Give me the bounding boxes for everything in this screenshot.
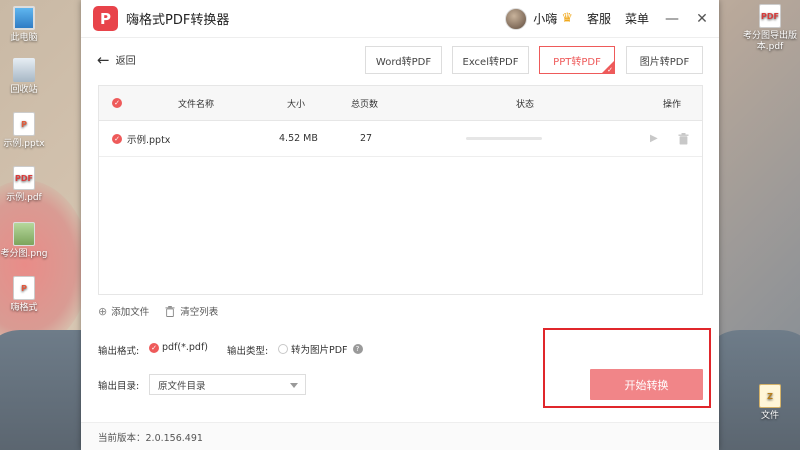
file-table: ✓ 文件名称 大小 总页数 状态 操作 ✓ 示例.pptx 4.52 MB 27… (98, 85, 703, 295)
radio-unchecked-icon (278, 344, 288, 354)
output-format-option[interactable]: ✓ pdf(*.pdf) (149, 342, 208, 353)
start-convert-button[interactable]: 开始转换 (590, 369, 703, 400)
recycle-bin-icon (13, 58, 35, 82)
tab-word-to-pdf[interactable]: Word转PDF (365, 46, 442, 74)
tab-label: Word转PDF (375, 56, 432, 68)
row-page-count: 27 (360, 133, 373, 144)
table-header: ✓ 文件名称 大小 总页数 状态 操作 (99, 86, 702, 121)
pdf-file-icon: PDF (759, 4, 781, 28)
chevron-down-icon (290, 383, 298, 388)
tab-label: Excel转PDF (462, 56, 519, 68)
desktop-icon-label: 回收站 (10, 85, 38, 95)
desktop-icon-label: 此电脑 (10, 33, 38, 43)
header-file-name: 文件名称 (178, 99, 215, 110)
table-row[interactable]: ✓ 示例.pptx 4.52 MB 27 ▶ (99, 121, 702, 157)
image-pdf-label: 转为图片PDF (291, 345, 348, 356)
row-status (466, 121, 542, 156)
desktop-icon-app[interactable]: P 嗨格式 (0, 276, 54, 314)
wallpaper-shape (0, 180, 90, 350)
username[interactable]: 小嗨 (533, 10, 557, 27)
minimize-icon[interactable]: — (665, 12, 679, 26)
conversion-progress-bar (466, 137, 542, 140)
close-icon[interactable]: ✕ (695, 12, 709, 26)
output-format-label: 输出格式: (98, 346, 140, 357)
file-actions: ⊕ 添加文件 清空列表 (98, 304, 234, 319)
desktop-icon-pdf[interactable]: PDF 示例.pdf (0, 166, 54, 204)
computer-icon (13, 6, 35, 30)
output-dir-select[interactable]: 原文件目录 (149, 374, 306, 395)
desktop-icon-label: 考分图导出版本.pdf (742, 31, 797, 52)
archive-file-icon: Z (759, 384, 781, 408)
customer-service-link[interactable]: 客服 (587, 10, 611, 27)
tab-label: PPT转PDF (553, 56, 601, 68)
desktop-icon-recycle-bin[interactable]: 回收站 (0, 58, 54, 96)
check-icon: ✓ (607, 66, 613, 74)
add-file-button[interactable]: ⊕ 添加文件 (98, 304, 150, 319)
desktop-icon-exported-pdf[interactable]: PDF 考分图导出版本.pdf (740, 4, 800, 53)
clear-list-button[interactable]: 清空列表 (165, 304, 218, 318)
desktop-icon-png[interactable]: 考分图.png (0, 222, 54, 260)
image-pdf-option[interactable]: 转为图片PDF ? (278, 342, 363, 356)
check-icon: ✓ (112, 133, 122, 144)
trash-icon (165, 305, 175, 317)
radio-checked-icon: ✓ (149, 342, 159, 353)
desktop-icon-archive[interactable]: Z 文件 (740, 384, 800, 422)
pdf-file-icon: PDF (13, 166, 35, 190)
desktop-icon-label: 考分图.png (0, 249, 48, 259)
trash-icon (678, 132, 689, 144)
toolbar: ← 返回 Word转PDF Excel转PDF PPT转PDF ✓ 图片转PDF (81, 46, 719, 74)
check-icon: ✓ (112, 98, 122, 108)
output-dir-value: 原文件目录 (158, 380, 206, 392)
row-file-size: 4.52 MB (279, 133, 318, 144)
header-size: 大小 (287, 99, 306, 110)
menu-link[interactable]: 菜单 (625, 10, 649, 27)
desktop-icon-label: 示例.pptx (3, 139, 45, 149)
app-shortcut-icon: P (13, 276, 35, 300)
version-text: 当前版本：2.0.156.491 (98, 432, 203, 444)
user-avatar[interactable] (505, 7, 528, 30)
tab-image-to-pdf[interactable]: 图片转PDF (626, 46, 703, 74)
app-window: P 嗨格式PDF转换器 小嗨 ♛ 客服 菜单 — ✕ ← 返回 Word转PDF… (81, 0, 719, 450)
app-title: 嗨格式PDF转换器 (126, 13, 230, 28)
add-file-label: 添加文件 (111, 307, 150, 318)
title-bar: P 嗨格式PDF转换器 小嗨 ♛ 客服 菜单 — ✕ (81, 0, 719, 38)
image-file-icon (13, 222, 35, 246)
desktop-icon-label: 嗨格式 (10, 303, 38, 313)
tab-excel-to-pdf[interactable]: Excel转PDF (452, 46, 529, 74)
vip-crown-icon: ♛ (561, 11, 573, 26)
back-button[interactable]: ← 返回 (97, 52, 136, 67)
desktop-icon-label: 示例.pdf (6, 193, 42, 203)
desktop-icon-label: 文件 (760, 411, 779, 421)
clear-list-label: 清空列表 (180, 307, 219, 318)
footer: 当前版本：2.0.156.491 (81, 422, 719, 450)
row-checkbox[interactable]: ✓ (112, 121, 122, 156)
desktop-icon-pptx[interactable]: P 示例.pptx (0, 112, 54, 150)
back-arrow-icon: ← (97, 50, 110, 69)
delete-icon[interactable] (678, 121, 689, 156)
app-logo-icon: P (93, 6, 118, 31)
row-file-name: 示例.pptx (127, 134, 171, 146)
tab-label: 图片转PDF (639, 56, 690, 68)
header-action: 操作 (663, 99, 682, 110)
output-format-value: pdf(*.pdf) (162, 342, 208, 353)
header-status: 状态 (516, 99, 535, 110)
output-type-label: 输出类型: (227, 346, 269, 357)
play-icon[interactable]: ▶ (650, 121, 658, 156)
output-dir-label: 输出目录: (98, 381, 140, 392)
pptx-file-icon: P (13, 112, 35, 136)
select-all-checkbox[interactable]: ✓ (112, 86, 122, 120)
add-circle-icon: ⊕ (98, 304, 108, 318)
help-icon[interactable]: ? (352, 344, 363, 354)
tab-ppt-to-pdf[interactable]: PPT转PDF ✓ (539, 46, 615, 74)
desktop-icon-this-pc[interactable]: 此电脑 (0, 6, 54, 44)
back-label: 返回 (115, 56, 136, 67)
header-pages: 总页数 (351, 99, 379, 110)
